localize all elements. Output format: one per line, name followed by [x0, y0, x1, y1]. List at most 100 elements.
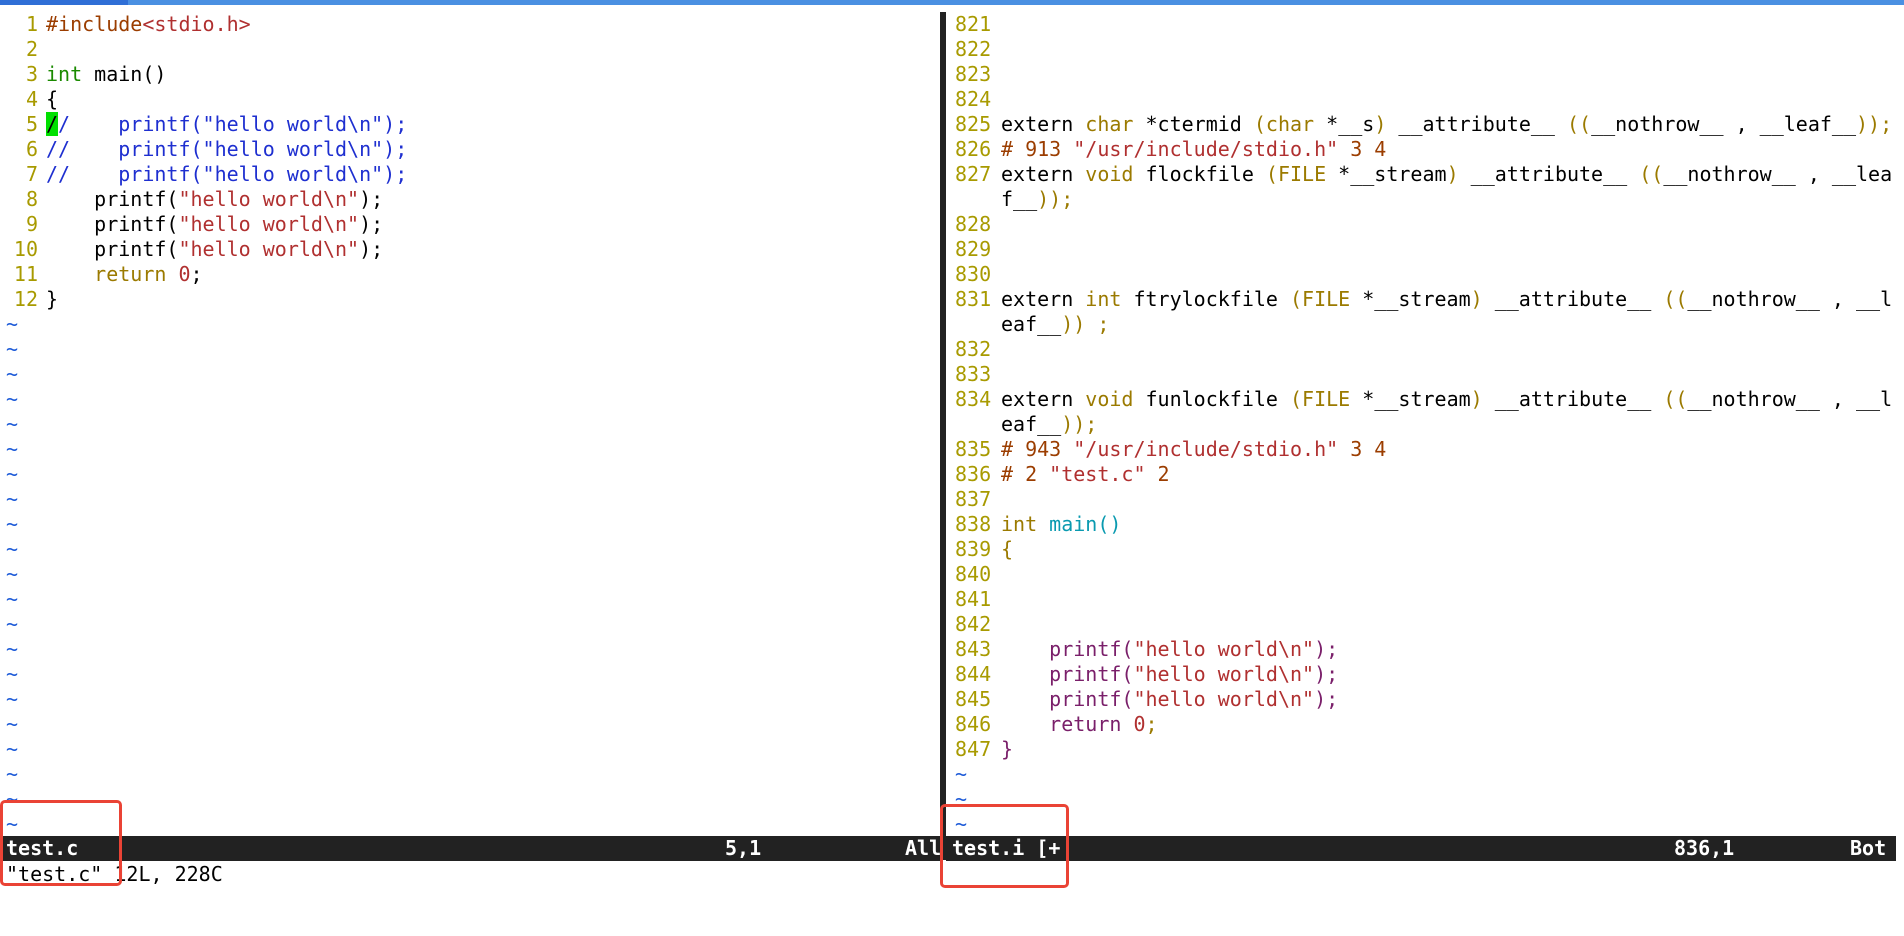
code-line[interactable]: 837	[953, 487, 1904, 512]
code-line[interactable]: 832	[953, 337, 1904, 362]
code-token: ;	[1145, 712, 1158, 736]
code-text: printf("hello world\n");	[1001, 687, 1338, 711]
code-line[interactable]: 840	[953, 562, 1904, 587]
code-line[interactable]: 10 printf("hello world\n");	[0, 237, 938, 262]
code-line[interactable]: 844 printf("hello world\n");	[953, 662, 1904, 687]
code-line[interactable]: f__));	[953, 187, 1904, 212]
code-line[interactable]: 12}	[0, 287, 938, 312]
line-number: 838	[955, 512, 992, 536]
code-line[interactable]: 822	[953, 37, 1904, 62]
code-token: 3 4	[1338, 437, 1387, 461]
line-number: 829	[955, 237, 992, 261]
code-line[interactable]: 838 int main()	[953, 512, 1904, 537]
code-token: )) ;	[1061, 312, 1110, 336]
code-line[interactable]: 5 // printf("hello world\n");	[0, 112, 938, 137]
code-token: );	[1314, 662, 1339, 686]
code-token: "/usr/include/stdio.h"	[1073, 137, 1339, 161]
code-token: );	[359, 237, 384, 261]
code-line[interactable]: 824	[953, 87, 1904, 112]
empty-buffer-line: ~	[0, 387, 938, 412]
line-number: 11	[13, 262, 38, 286]
code-line[interactable]: 847}	[953, 737, 1904, 762]
code-text: extern void flockfile (FILE *__stream) _…	[1001, 162, 1892, 186]
code-token: ((	[1663, 287, 1688, 311]
code-line[interactable]: eaf__));	[953, 412, 1904, 437]
left-editor-pane[interactable]: 1 #include<stdio.h> 2 3 int main() 4{5// prin…	[0, 12, 938, 837]
code-token: printf(	[1001, 687, 1134, 711]
code-token: 2	[1145, 462, 1170, 486]
code-line[interactable]: 827 extern void flockfile (FILE *__stream…	[953, 162, 1904, 187]
empty-buffer-line: ~	[0, 712, 938, 737]
code-line[interactable]: 11 return 0;	[0, 262, 938, 287]
code-token: "hello world\n"	[1133, 662, 1315, 686]
code-token: (FILE	[1290, 387, 1351, 411]
code-token: "hello world\n"	[1133, 637, 1315, 661]
code-line[interactable]: 843 printf("hello world\n");	[953, 637, 1904, 662]
code-line[interactable]: 831 extern int ftrylockfile (FILE *__stre…	[953, 287, 1904, 312]
code-token: ((	[1639, 162, 1664, 186]
empty-buffer-line: ~	[0, 512, 938, 537]
right-editor-pane[interactable]: 821 822 823 824 825 extern char *ctermid (cha…	[953, 12, 1904, 837]
code-token: (FILE	[1290, 287, 1351, 311]
code-token: char	[1085, 112, 1134, 136]
tilde-marker: ~	[6, 487, 19, 511]
code-line[interactable]: 8 printf("hello world\n");	[0, 187, 938, 212]
code-text: # 913 "/usr/include/stdio.h" 3 4	[1001, 137, 1386, 161]
line-number: 830	[955, 262, 992, 286]
code-line[interactable]: 834 extern void funlockfile (FILE *__stre…	[953, 387, 1904, 412]
code-line[interactable]: 826 # 913 "/usr/include/stdio.h" 3 4	[953, 137, 1904, 162]
code-token: int	[1001, 512, 1038, 536]
code-line[interactable]: 9 printf("hello world\n");	[0, 212, 938, 237]
code-token: return	[1001, 712, 1134, 736]
code-line[interactable]: 823	[953, 62, 1904, 87]
code-line[interactable]: 6 // printf("hello world\n");	[0, 137, 938, 162]
line-number: 10	[13, 237, 38, 261]
code-line[interactable]: 836 # 2 "test.c" 2	[953, 462, 1904, 487]
code-token: <stdio.h>	[142, 12, 251, 36]
code-line[interactable]: 846 return 0;	[953, 712, 1904, 737]
code-line[interactable]: 4{	[0, 87, 938, 112]
code-line[interactable]: 830	[953, 262, 1904, 287]
code-line[interactable]: 825 extern char *ctermid (char *__s) __at…	[953, 112, 1904, 137]
code-token: )	[1446, 162, 1459, 186]
code-line[interactable]: 833	[953, 362, 1904, 387]
code-line[interactable]: 2	[0, 37, 938, 62]
code-token: # 943	[1001, 437, 1074, 461]
code-line[interactable]: 835 # 943 "/usr/include/stdio.h" 3 4	[953, 437, 1904, 462]
code-line[interactable]: 839 {	[953, 537, 1904, 562]
tilde-marker: ~	[6, 537, 19, 561]
code-line[interactable]: 3 int main()	[0, 62, 938, 87]
line-number: 844	[955, 662, 992, 686]
empty-buffer-line: ~	[953, 812, 1904, 837]
window-top-strip	[0, 0, 1904, 5]
active-tab-indicator	[0, 0, 128, 5]
vertical-split-divider[interactable]	[940, 12, 946, 860]
code-line[interactable]: 1 #include<stdio.h>	[0, 12, 938, 37]
tilde-marker: ~	[6, 362, 19, 386]
tilde-marker: ~	[6, 337, 19, 361]
code-line[interactable]: 841	[953, 587, 1904, 612]
code-token: }	[1001, 737, 1014, 761]
code-line[interactable]: 842	[953, 612, 1904, 637]
empty-buffer-line: ~	[0, 312, 938, 337]
code-line[interactable]: 845 printf("hello world\n");	[953, 687, 1904, 712]
code-token: void	[1085, 162, 1134, 186]
code-line[interactable]: 828	[953, 212, 1904, 237]
tilde-marker: ~	[6, 562, 19, 586]
code-text: eaf__)) ;	[1001, 312, 1109, 336]
empty-buffer-line: ~	[0, 762, 938, 787]
line-number: 845	[955, 687, 992, 711]
code-token: __attribute__	[1458, 162, 1640, 186]
code-token: ftrylockfile	[1121, 287, 1290, 311]
line-number: 831	[955, 287, 992, 311]
code-token: eaf__	[1001, 312, 1062, 336]
highlight-box-right-filename	[940, 804, 1069, 888]
tilde-marker: ~	[6, 662, 19, 686]
code-token: ));	[1856, 112, 1893, 136]
code-line[interactable]: 829	[953, 237, 1904, 262]
code-line[interactable]: eaf__)) ;	[953, 312, 1904, 337]
line-number: 834	[955, 387, 992, 411]
code-token: __nothrow__ , __l	[1687, 387, 1893, 411]
code-line[interactable]: 7 // printf("hello world\n");	[0, 162, 938, 187]
code-line[interactable]: 821	[953, 12, 1904, 37]
